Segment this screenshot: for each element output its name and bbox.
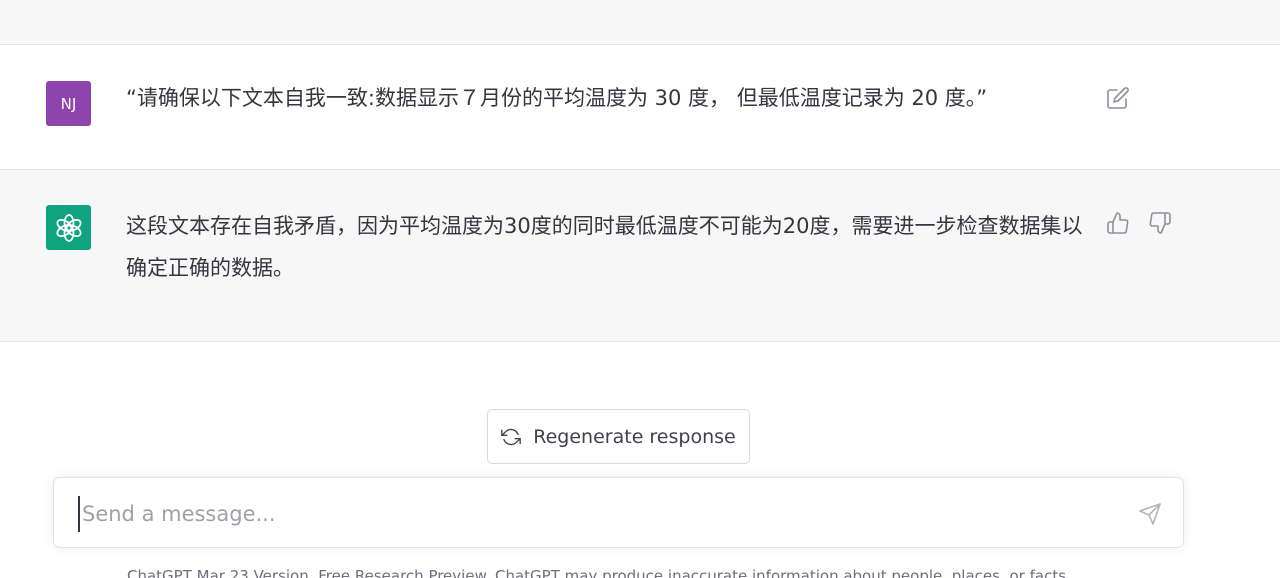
thumbs-up-icon — [1107, 212, 1129, 234]
regenerate-label: Regenerate response — [533, 425, 736, 448]
user-message-row: NJ “请确保以下文本自我一致:数据显示７月份的平均温度为 30 度， 但最低温… — [0, 45, 1280, 170]
thumbs-down-button[interactable] — [1146, 209, 1174, 237]
thumbs-up-button[interactable] — [1104, 209, 1132, 237]
send-button[interactable] — [1136, 500, 1164, 528]
send-icon — [1139, 503, 1161, 525]
previous-message-strip — [0, 0, 1280, 45]
regenerate-response-button[interactable]: Regenerate response — [487, 409, 750, 464]
openai-logo-icon — [55, 213, 82, 242]
edit-message-button[interactable] — [1104, 84, 1132, 112]
user-message-text: “请确保以下文本自我一致:数据显示７月份的平均温度为 30 度， 但最低温度记录… — [126, 86, 988, 110]
assistant-avatar — [46, 205, 91, 250]
refresh-icon — [501, 428, 522, 445]
assistant-message-text: 这段文本存在自我矛盾，因为平均温度为30度的同时最低温度不可能为20度，需要进一… — [126, 214, 1083, 280]
message-composer — [53, 477, 1184, 548]
edit-icon — [1107, 87, 1129, 109]
assistant-message-row: 这段文本存在自我矛盾，因为平均温度为30度的同时最低温度不可能为20度，需要进一… — [0, 170, 1280, 342]
chat-page: NJ “请确保以下文本自我一致:数据显示７月份的平均温度为 30 度， 但最低温… — [0, 0, 1280, 578]
avatar-initials: NJ — [60, 94, 77, 113]
user-avatar: NJ — [46, 81, 91, 126]
message-input[interactable] — [78, 496, 1118, 532]
footer-disclaimer: ChatGPT Mar 23 Version. Free Research Pr… — [127, 567, 1067, 578]
thumbs-down-icon — [1149, 212, 1171, 234]
